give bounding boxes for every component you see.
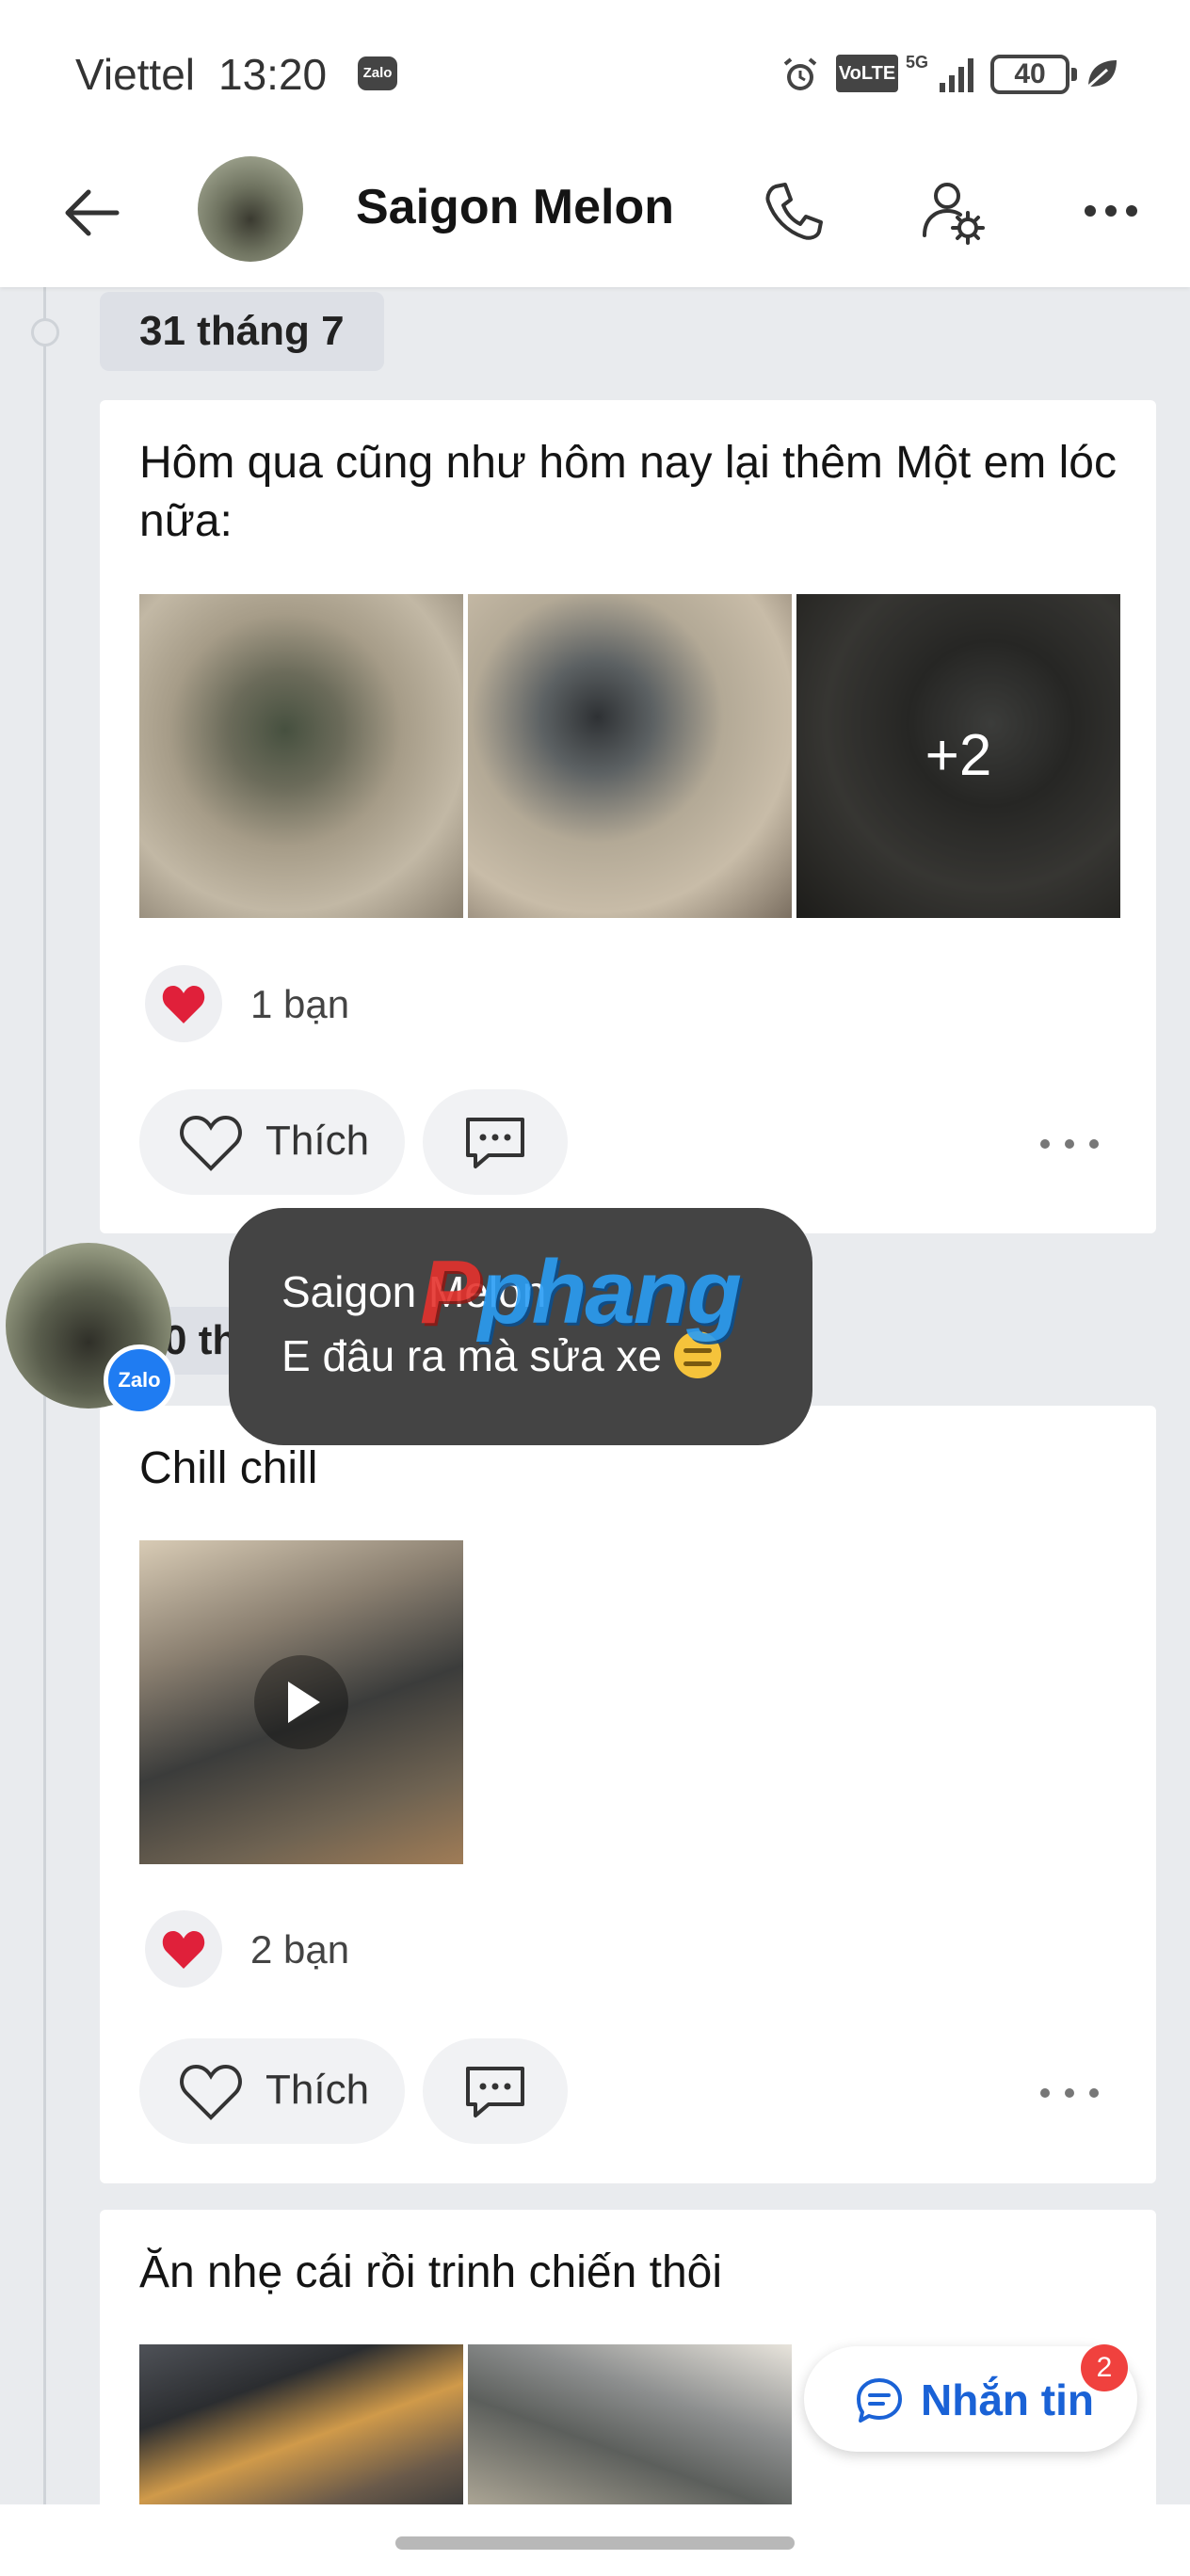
send-message-label: Nhắn tin <box>921 2375 1094 2424</box>
post-photo[interactable]: +2 <box>796 594 1120 918</box>
carrier-name: Viettel <box>75 50 196 99</box>
signal-icon <box>940 58 973 92</box>
post-card: Hôm qua cũng như hôm nay lại thêm Một em… <box>100 400 1156 1233</box>
user-settings-icon[interactable] <box>915 173 990 249</box>
chat-header: Saigon Melon <box>0 151 1190 287</box>
post-photo[interactable] <box>139 594 463 918</box>
like-button[interactable]: Thích <box>139 2038 405 2144</box>
timeline-dot <box>31 318 59 346</box>
home-indicator[interactable] <box>395 2536 795 2550</box>
status-bar: Viettel 13:20 Zalo VoLTE 5G 40 <box>0 0 1190 151</box>
post-text: Ăn nhẹ cái rồi trinh chiến thôi <box>139 2247 723 2297</box>
profile-name[interactable]: Saigon Melon <box>356 179 674 235</box>
play-icon[interactable] <box>254 1655 348 1749</box>
heart-reaction-icon[interactable] <box>145 965 222 1042</box>
watermark-logo: Pphang <box>420 1242 742 1343</box>
post-photo[interactable] <box>139 2344 463 2511</box>
heart-outline-icon <box>180 1115 242 1171</box>
reaction-count[interactable]: 1 bạn <box>250 982 349 1027</box>
battery-saver-leaf-icon <box>1086 60 1117 89</box>
back-arrow-icon[interactable] <box>56 177 128 249</box>
clock: 13:20 <box>218 50 328 99</box>
date-chip: 31 tháng 7 <box>100 292 384 371</box>
more-icon[interactable] <box>1073 173 1149 249</box>
post-photo[interactable] <box>468 594 792 918</box>
comment-icon <box>466 1118 524 1168</box>
reaction-count[interactable]: 2 bạn <box>250 1927 349 1972</box>
zalo-badge-icon: Zalo <box>104 1344 175 1416</box>
comment-button[interactable] <box>423 1089 568 1195</box>
timeline-line <box>43 287 46 2509</box>
like-label: Thích <box>265 2067 370 2113</box>
volte-icon: VoLTE <box>836 55 898 92</box>
profile-avatar[interactable] <box>198 156 303 262</box>
post-more-icon[interactable] <box>1032 1125 1107 1163</box>
comment-icon <box>466 2067 524 2117</box>
navigation-bar <box>0 2504 1190 2576</box>
phone-icon[interactable] <box>757 173 832 249</box>
chat-bubble-icon <box>857 2378 902 2423</box>
battery-icon: 40 <box>990 55 1077 94</box>
alarm-icon <box>783 57 817 90</box>
top-bar: Viettel 13:20 Zalo VoLTE 5G 40 Saigon Me… <box>0 0 1190 287</box>
post-text: Hôm qua cũng như hôm nay lại thêm Một em… <box>139 438 1117 546</box>
post-text: Chill chill <box>139 1443 318 1493</box>
comment-button[interactable] <box>423 2038 568 2144</box>
post-photo[interactable] <box>468 2344 792 2511</box>
heart-reaction-icon[interactable] <box>145 1910 222 1988</box>
post-more-icon[interactable] <box>1032 2074 1107 2112</box>
zalo-notification-icon: Zalo <box>358 56 397 90</box>
post-video-thumbnail[interactable] <box>139 1540 463 1864</box>
more-photos-count: +2 <box>796 594 1120 918</box>
unread-badge: 2 <box>1081 2344 1128 2391</box>
post-card: Chill chill 2 bạn Thích <box>100 1406 1156 2183</box>
heart-outline-icon <box>180 2064 242 2120</box>
like-button[interactable]: Thích <box>139 1089 405 1195</box>
like-label: Thích <box>265 1118 370 1164</box>
